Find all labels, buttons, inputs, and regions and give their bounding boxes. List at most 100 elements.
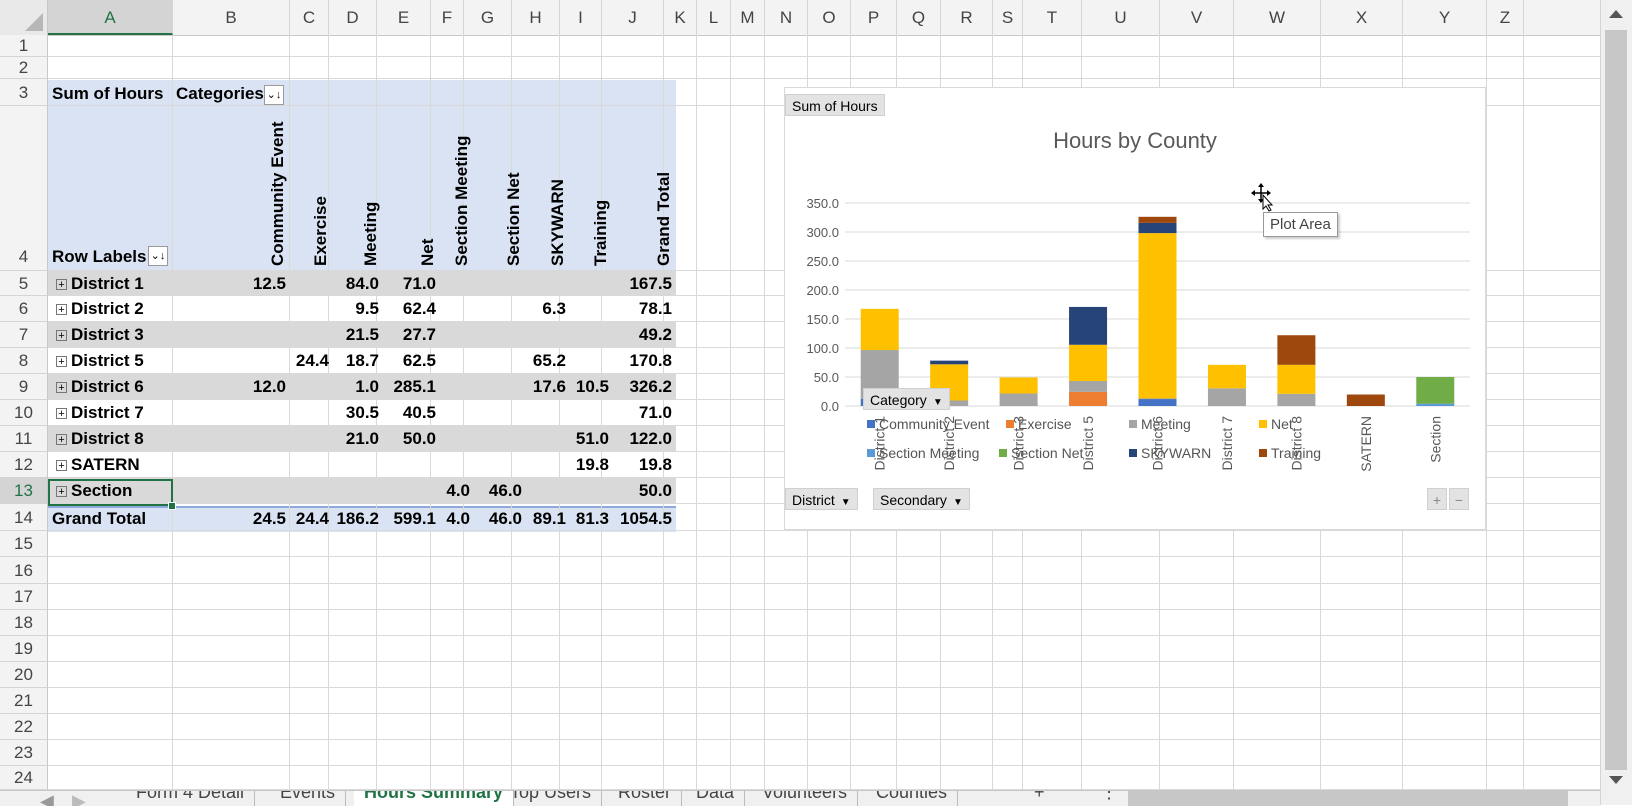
sheet-tab[interactable]: Roster xyxy=(608,791,683,806)
column-header-g[interactable]: G xyxy=(464,0,512,35)
column-header-b[interactable]: B xyxy=(173,0,290,35)
column-header-s[interactable]: S xyxy=(993,0,1023,35)
sheet-tab[interactable]: Hours Summary xyxy=(354,791,515,806)
pivot-row-label[interactable]: + District 2 xyxy=(56,296,144,322)
row-header-2[interactable]: 2 xyxy=(0,57,48,79)
tab-scroll-left-icon[interactable]: ◀ xyxy=(30,791,64,806)
column-header-d[interactable]: D xyxy=(329,0,377,35)
vertical-scroll-thumb[interactable] xyxy=(1605,30,1627,770)
column-header-w[interactable]: W xyxy=(1234,0,1321,35)
column-header-v[interactable]: V xyxy=(1160,0,1234,35)
expand-icon[interactable]: + xyxy=(56,279,67,291)
sheet-tab[interactable]: Form 4 Detail xyxy=(126,791,256,806)
sheet-tab[interactable]: Top Users xyxy=(500,791,603,806)
add-sheet-icon[interactable]: + xyxy=(1024,791,1055,806)
column-header-j[interactable]: J xyxy=(602,0,664,35)
row-header-20[interactable]: 20 xyxy=(0,662,48,688)
expand-icon[interactable]: + xyxy=(56,330,67,342)
row-header-19[interactable]: 19 xyxy=(0,636,48,662)
fill-handle[interactable] xyxy=(168,502,176,510)
column-header-t[interactable]: T xyxy=(1023,0,1082,35)
row-header-3[interactable]: 3 xyxy=(0,79,48,106)
column-header-x[interactable]: X xyxy=(1321,0,1403,35)
row-header-9[interactable]: 9 xyxy=(0,374,48,400)
sheet-tab[interactable]: Events xyxy=(270,791,347,806)
row-header-13[interactable]: 13 xyxy=(0,478,48,504)
pivot-row-label[interactable]: + District 1 xyxy=(56,271,144,297)
scroll-up-icon[interactable] xyxy=(1609,10,1623,18)
expand-icon[interactable]: + xyxy=(56,460,67,472)
legend-item[interactable]: Meeting xyxy=(1129,416,1191,432)
column-header-f[interactable]: F xyxy=(431,0,464,35)
pivot-row-label[interactable]: + District 7 xyxy=(56,400,144,426)
row-header-5[interactable]: 5 xyxy=(0,271,48,296)
column-header-h[interactable]: H xyxy=(512,0,560,35)
row-header-23[interactable]: 23 xyxy=(0,740,48,766)
column-header-u[interactable]: U xyxy=(1082,0,1160,35)
expand-icon[interactable]: + xyxy=(56,356,67,368)
row-header-10[interactable]: 10 xyxy=(0,400,48,426)
row-header-24[interactable]: 24 xyxy=(0,766,48,790)
column-header-m[interactable]: M xyxy=(731,0,765,35)
row-header-8[interactable]: 8 xyxy=(0,348,48,374)
column-header-r[interactable]: R xyxy=(941,0,993,35)
pivot-row-label[interactable]: + District 8 xyxy=(56,426,144,452)
row-header-4[interactable]: 4 xyxy=(0,106,48,271)
pivot-chart[interactable]: Sum of Hours Hours by County 0.0 50.0 100.… xyxy=(784,87,1486,530)
row-labels-filter-button[interactable]: ⌄↓ xyxy=(148,246,168,266)
categories-filter-button[interactable]: ⌄↓ xyxy=(264,85,284,105)
row-header-22[interactable]: 22 xyxy=(0,714,48,740)
expand-icon[interactable]: + xyxy=(56,408,67,420)
legend-item[interactable]: Community Event xyxy=(867,416,989,432)
legend-item[interactable]: Exercise xyxy=(1006,416,1072,432)
column-header-z[interactable]: Z xyxy=(1487,0,1524,35)
column-header-p[interactable]: P xyxy=(851,0,897,35)
column-header-c[interactable]: C xyxy=(290,0,329,35)
legend-item[interactable]: Section Meeting xyxy=(867,445,979,461)
column-header-n[interactable]: N xyxy=(765,0,808,35)
district-field-button[interactable]: District ▼ xyxy=(785,488,858,510)
row-header-6[interactable]: 6 xyxy=(0,296,48,322)
column-header-e[interactable]: E xyxy=(377,0,431,35)
secondary-field-button[interactable]: Secondary ▼ xyxy=(873,488,970,510)
more-options-icon[interactable]: ⋮ xyxy=(1090,791,1128,806)
legend-item[interactable]: SKYWARN xyxy=(1129,445,1211,461)
legend-item[interactable]: Net xyxy=(1259,416,1293,432)
row-header-18[interactable]: 18 xyxy=(0,610,48,636)
tab-scroll-right-icon[interactable]: ▶ xyxy=(62,791,96,806)
pivot-row-label[interactable]: + District 5 xyxy=(56,348,144,374)
horizontal-scrollbar[interactable] xyxy=(1128,791,1568,806)
expand-icon[interactable]: + xyxy=(56,304,67,316)
pivot-row-label[interactable]: + SATERN xyxy=(56,452,140,478)
column-header-o[interactable]: O xyxy=(808,0,851,35)
sheet-tab[interactable]: Data xyxy=(686,791,746,806)
column-header-q[interactable]: Q xyxy=(897,0,941,35)
row-header-21[interactable]: 21 xyxy=(0,688,48,714)
sheet-tab[interactable]: Counties xyxy=(866,791,959,806)
select-all-corner[interactable] xyxy=(0,0,48,35)
pivot-row-label[interactable]: + District 6 xyxy=(56,374,144,400)
vertical-scrollbar[interactable] xyxy=(1600,0,1632,805)
column-header-i[interactable]: I xyxy=(560,0,602,35)
row-header-15[interactable]: 15 xyxy=(0,531,48,557)
expand-icon[interactable]: + xyxy=(56,434,67,446)
row-header-17[interactable]: 17 xyxy=(0,584,48,610)
legend-item[interactable]: Section Net xyxy=(999,445,1083,461)
values-field-button[interactable]: Sum of Hours xyxy=(785,94,885,116)
column-header-l[interactable]: L xyxy=(697,0,731,35)
expand-field-button[interactable]: + xyxy=(1427,488,1447,510)
expand-icon[interactable]: + xyxy=(56,382,67,394)
row-header-11[interactable]: 11 xyxy=(0,426,48,452)
pivot-row-label[interactable]: + District 3 xyxy=(56,322,144,348)
legend-item[interactable]: Training xyxy=(1259,445,1321,461)
row-header-12[interactable]: 12 xyxy=(0,452,48,478)
column-header-y[interactable]: Y xyxy=(1403,0,1487,35)
row-header-14[interactable]: 14 xyxy=(0,504,48,531)
row-header-7[interactable]: 7 xyxy=(0,322,48,348)
column-header-a[interactable]: A xyxy=(48,0,173,35)
column-header-k[interactable]: K xyxy=(664,0,697,35)
sheet-tab[interactable]: Volunteers xyxy=(752,791,859,806)
category-field-button[interactable]: Category ▼ xyxy=(863,388,950,410)
collapse-field-button[interactable]: − xyxy=(1449,488,1469,510)
row-header-16[interactable]: 16 xyxy=(0,557,48,584)
